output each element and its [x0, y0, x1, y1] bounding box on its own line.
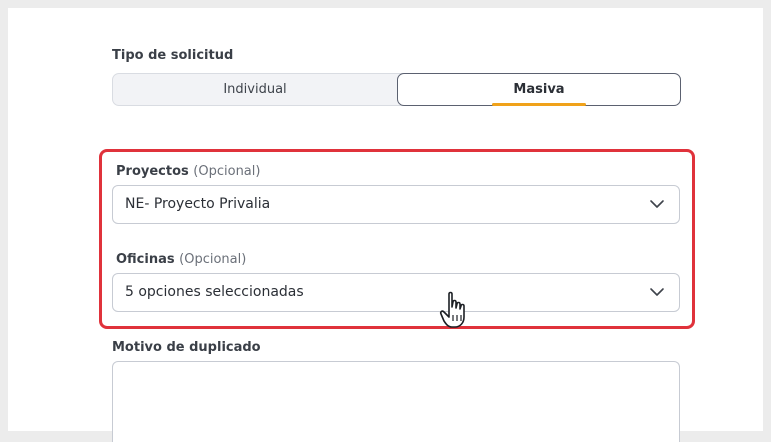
motivo-textarea[interactable]	[112, 361, 680, 442]
proyectos-label: Proyectos (Opcional)	[116, 164, 261, 179]
proyectos-select[interactable]: NE- Proyecto Privalia	[112, 185, 680, 224]
motivo-label: Motivo de duplicado	[112, 340, 261, 355]
chevron-down-icon	[650, 200, 664, 208]
form-card: Tipo de solicitud Individual Masiva Proy…	[8, 8, 763, 442]
tab-masiva[interactable]: Masiva	[397, 73, 681, 106]
request-type-label: Tipo de solicitud	[112, 48, 234, 63]
active-tab-indicator	[492, 103, 586, 106]
oficinas-label: Oficinas (Opcional)	[116, 252, 247, 267]
hand-pointer-cursor-icon	[439, 291, 465, 328]
chevron-down-icon	[650, 288, 664, 296]
tab-individual[interactable]: Individual	[113, 74, 397, 105]
request-type-segmented-control: Individual Masiva	[112, 73, 681, 106]
oficinas-select[interactable]: 5 opciones seleccionadas	[112, 273, 680, 312]
